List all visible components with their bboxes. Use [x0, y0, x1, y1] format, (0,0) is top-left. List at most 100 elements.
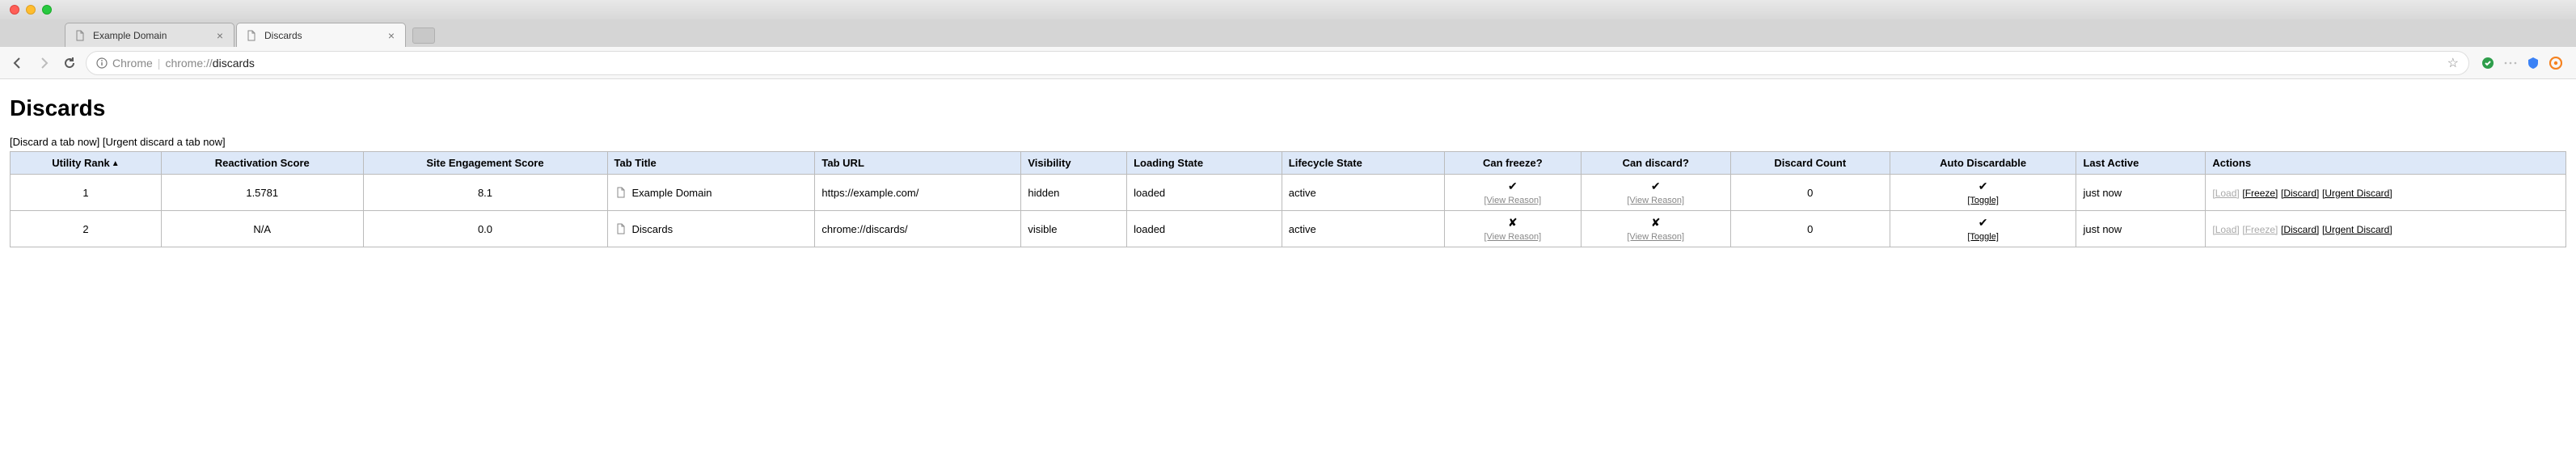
- sort-asc-icon: ▲: [112, 159, 120, 168]
- cell-tab-url: https://example.com/: [815, 175, 1021, 211]
- status-mark-icon: ✔: [1588, 179, 1724, 193]
- window-minimize-button[interactable]: [26, 5, 36, 15]
- reload-button[interactable]: [60, 53, 79, 73]
- col-site-engagement-score[interactable]: Site Engagement Score: [363, 152, 607, 175]
- status-mark-icon: ✔: [1897, 179, 2070, 193]
- window-titlebar: [0, 0, 2576, 19]
- col-reactivation-score[interactable]: Reactivation Score: [161, 152, 363, 175]
- cell-utility-rank: 2: [11, 211, 162, 247]
- action-urgent-discard-link[interactable]: [Urgent Discard]: [2322, 188, 2392, 199]
- col-lifecycle-state[interactable]: Lifecycle State: [1282, 152, 1444, 175]
- action-urgent-discard-link[interactable]: [Urgent Discard]: [2322, 224, 2392, 235]
- tab-close-icon[interactable]: ×: [386, 30, 397, 41]
- tab-title-text: Example Domain: [632, 187, 712, 199]
- cell-can-discard: ✘ [View Reason]: [1581, 211, 1730, 247]
- col-discard-count[interactable]: Discard Count: [1730, 152, 1890, 175]
- tab-title: Discards: [264, 30, 386, 41]
- tab-close-icon[interactable]: ×: [214, 30, 226, 41]
- table-row: 2N/A0.0 Discards chrome://discards/visible…: [11, 211, 2566, 247]
- cell-visibility: visible: [1021, 211, 1127, 247]
- status-mark-icon: ✘: [1451, 216, 1574, 230]
- view-reason-link[interactable]: [View Reason]: [1484, 232, 1541, 242]
- cell-actions: [Load] [Freeze] [Discard] [Urgent Discar…: [2206, 211, 2566, 247]
- extension-icon[interactable]: [2526, 56, 2540, 70]
- col-auto-discardable[interactable]: Auto Discardable: [1890, 152, 2076, 175]
- address-url-path: discards: [213, 57, 255, 70]
- col-visibility[interactable]: Visibility: [1021, 152, 1127, 175]
- col-last-active[interactable]: Last Active: [2076, 152, 2206, 175]
- cell-discard-count: 0: [1730, 175, 1890, 211]
- status-mark-icon: ✔: [1451, 179, 1574, 193]
- extension-icon[interactable]: [2549, 56, 2563, 70]
- site-info-icon[interactable]: [96, 57, 108, 69]
- action-freeze-link: [Freeze]: [2242, 224, 2278, 235]
- col-actions[interactable]: Actions: [2206, 152, 2566, 175]
- col-loading-state[interactable]: Loading State: [1127, 152, 1282, 175]
- toggle-link[interactable]: [Toggle]: [1967, 196, 1999, 205]
- window-close-button[interactable]: [10, 5, 19, 15]
- table-row: 11.57818.1Example Domainhttps://example.…: [11, 175, 2566, 211]
- page-heading: Discards: [10, 95, 2566, 121]
- cell-last-active: just now: [2076, 175, 2206, 211]
- cell-lifecycle-state: active: [1282, 211, 1444, 247]
- extension-icons: [2476, 56, 2568, 70]
- col-can-discard[interactable]: Can discard?: [1581, 152, 1730, 175]
- window-zoom-button[interactable]: [42, 5, 52, 15]
- extension-icon[interactable]: [2481, 56, 2495, 70]
- cell-loading-state: loaded: [1127, 175, 1282, 211]
- cell-tab-title: Example Domain: [607, 175, 815, 211]
- cell-can-discard: ✔ [View Reason]: [1581, 175, 1730, 211]
- discards-table: Utility Rank▲ Reactivation Score Site En…: [10, 151, 2566, 247]
- extension-icon[interactable]: [2503, 56, 2518, 70]
- cell-discard-count: 0: [1730, 211, 1890, 247]
- tab-title: Example Domain: [93, 30, 214, 41]
- browser-chrome: Example Domain × Discards × Chrome |: [0, 0, 2576, 79]
- col-tab-url[interactable]: Tab URL: [815, 152, 1021, 175]
- page-favicon-icon: [245, 29, 258, 42]
- top-actions: [Discard a tab now] [Urgent discard a ta…: [10, 136, 2566, 148]
- discard-tab-now-link[interactable]: [Discard a tab now]: [10, 136, 99, 148]
- back-button[interactable]: [8, 53, 27, 73]
- address-bar[interactable]: Chrome | chrome://discards ☆: [86, 51, 2469, 75]
- address-origin: Chrome: [112, 57, 153, 70]
- browser-toolbar: Chrome | chrome://discards ☆: [0, 47, 2576, 79]
- table-header-row: Utility Rank▲ Reactivation Score Site En…: [11, 152, 2566, 175]
- action-discard-link[interactable]: [Discard]: [2281, 188, 2319, 199]
- urgent-discard-tab-now-link[interactable]: [Urgent discard a tab now]: [103, 136, 226, 148]
- view-reason-link[interactable]: [View Reason]: [1627, 232, 1684, 242]
- tab-strip: Example Domain × Discards ×: [0, 19, 2576, 47]
- status-mark-icon: ✔: [1897, 216, 2070, 230]
- forward-button[interactable]: [34, 53, 53, 73]
- page-favicon-icon: [614, 222, 627, 235]
- cell-site-engagement-score: 8.1: [363, 175, 607, 211]
- cell-visibility: hidden: [1021, 175, 1127, 211]
- action-freeze-link[interactable]: [Freeze]: [2242, 188, 2278, 199]
- action-load-link: [Load]: [2212, 188, 2239, 199]
- col-tab-title[interactable]: Tab Title: [607, 152, 815, 175]
- cell-tab-url: chrome://discards/: [815, 211, 1021, 247]
- address-separator: |: [158, 57, 161, 70]
- status-mark-icon: ✘: [1588, 216, 1724, 230]
- cell-actions: [Load] [Freeze] [Discard] [Urgent Discar…: [2206, 175, 2566, 211]
- cell-reactivation-score: 1.5781: [161, 175, 363, 211]
- cell-site-engagement-score: 0.0: [363, 211, 607, 247]
- cell-tab-title: Discards: [607, 211, 815, 247]
- cell-reactivation-score: N/A: [161, 211, 363, 247]
- address-url-prefix: chrome://: [165, 57, 212, 70]
- tab-title-text: Discards: [632, 223, 674, 235]
- col-can-freeze[interactable]: Can freeze?: [1444, 152, 1581, 175]
- view-reason-link[interactable]: [View Reason]: [1627, 196, 1684, 205]
- cell-lifecycle-state: active: [1282, 175, 1444, 211]
- action-discard-link[interactable]: [Discard]: [2281, 224, 2319, 235]
- toggle-link[interactable]: [Toggle]: [1967, 232, 1999, 242]
- view-reason-link[interactable]: [View Reason]: [1484, 196, 1541, 205]
- action-load-link: [Load]: [2212, 224, 2239, 235]
- cell-auto-discardable: ✔ [Toggle]: [1890, 175, 2076, 211]
- cell-auto-discardable: ✔ [Toggle]: [1890, 211, 2076, 247]
- col-utility-rank[interactable]: Utility Rank▲: [11, 152, 162, 175]
- browser-tab-example-domain[interactable]: Example Domain ×: [65, 23, 234, 47]
- new-tab-button[interactable]: [412, 27, 435, 44]
- browser-tab-discards[interactable]: Discards ×: [236, 23, 406, 47]
- bookmark-star-icon[interactable]: ☆: [2447, 55, 2459, 71]
- page-favicon-icon: [74, 29, 87, 42]
